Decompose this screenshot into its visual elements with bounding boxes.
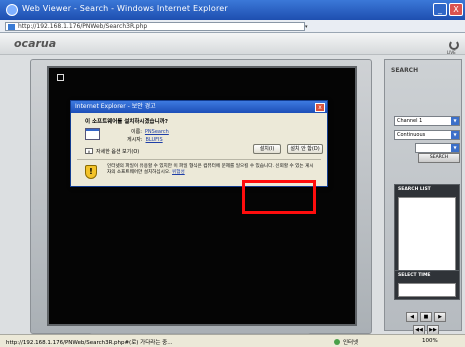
chevron-down-icon: ∨	[85, 148, 93, 154]
dialog-separator	[77, 159, 321, 160]
mode-select-value: Continuous	[397, 132, 426, 138]
dialog-question: 이 소프트웨어를 설치하시겠습니까?	[85, 119, 168, 125]
status-bar: http://192.168.1.176/PNWeb/Search3R.php#…	[0, 334, 465, 347]
address-bar: http://192.168.1.176/PNWeb/Search3R.php …	[0, 20, 465, 33]
publisher-link[interactable]: BLUFIS	[146, 137, 163, 143]
search-button[interactable]: SEARCH	[418, 153, 460, 163]
select-time-header: SELECT TIME	[398, 273, 431, 278]
channel-select[interactable]: Channel 1 ▼	[394, 116, 460, 126]
calendar-icon: ▼	[451, 144, 459, 152]
more-options-toggle[interactable]: ∨ 자세한 옵션 보기(O)	[85, 148, 139, 155]
warning-shield-icon: !	[85, 165, 97, 179]
address-dropdown-icon[interactable]: ▾	[305, 24, 311, 31]
play-button[interactable]: ▶	[434, 312, 446, 322]
page-icon	[8, 24, 15, 30]
install-button[interactable]: 설치(I)	[253, 144, 281, 154]
live-label: LIVE	[447, 50, 456, 55]
address-url: http://192.168.1.176/PNWeb/Search3R.php	[18, 23, 148, 30]
mode-select[interactable]: Continuous ▼	[394, 130, 460, 140]
close-window-button[interactable]: X	[449, 3, 463, 16]
publisher-row: 게시자: BLUFIS	[127, 136, 163, 143]
search-panel-header: SEARCH	[391, 67, 419, 74]
rewind-button[interactable]: ◀	[406, 312, 418, 322]
search-list[interactable]	[398, 197, 456, 273]
ie-window: Web Viewer - Search - Windows Internet E…	[0, 0, 465, 347]
screen-corner-icon	[57, 74, 64, 81]
window-title: Web Viewer - Search - Windows Internet E…	[22, 4, 228, 13]
program-icon	[85, 128, 100, 140]
app-header: ocarua LIVE	[0, 33, 465, 55]
install-highlight-box	[242, 180, 316, 214]
minimize-button[interactable]: _	[433, 3, 447, 16]
ie-logo-icon	[6, 4, 18, 16]
search-list-box: SEARCH LIST	[394, 184, 460, 276]
more-options-label: 자세한 옵션 보기(O)	[96, 149, 140, 155]
address-input[interactable]: http://192.168.1.176/PNWeb/Search3R.php …	[5, 22, 308, 31]
name-label: 이름:	[131, 129, 142, 135]
chevron-down-icon: ▼	[451, 131, 459, 139]
dialog-title: Internet Explorer - 보안 경고	[71, 101, 327, 113]
name-row: 이름: PNSearch	[131, 128, 169, 135]
status-url: http://192.168.1.176/PNWeb/Search3R.php#…	[6, 340, 173, 346]
stop-button[interactable]: ■	[420, 312, 432, 322]
warning-message: 인터넷의 파일이 유용할 수 있지만 이 파일 형식은 컴퓨터에 문제를 일으킬…	[107, 164, 314, 175]
zoom-level[interactable]: 100%	[422, 338, 438, 344]
name-link[interactable]: PNSearch	[145, 129, 169, 135]
risk-link[interactable]: 위험성	[172, 170, 185, 175]
time-input[interactable]	[398, 283, 456, 297]
refresh-icon[interactable]	[449, 40, 459, 50]
security-warning-dialog: Internet Explorer - 보안 경고 x 이 소프트웨어를 설치하…	[70, 100, 328, 187]
channel-select-value: Channel 1	[397, 118, 423, 124]
search-list-header: SEARCH LIST	[398, 187, 431, 192]
app-logo: ocarua	[14, 37, 57, 50]
dont-install-button[interactable]: 설치 안 함(D)	[287, 144, 323, 154]
zone-indicator: 인터넷	[334, 338, 358, 346]
date-field[interactable]: ▼	[415, 143, 460, 153]
web-content: ocarua LIVE SEARCH Channel 1 ▼ Continuou…	[0, 33, 465, 338]
title-bar: Web Viewer - Search - Windows Internet E…	[0, 0, 465, 20]
chevron-down-icon: ▼	[451, 117, 459, 125]
search-panel: SEARCH Channel 1 ▼ Continuous ▼ ▼ SEARCH…	[384, 59, 462, 335]
publisher-label: 게시자:	[127, 137, 143, 143]
dialog-close-button[interactable]: x	[315, 103, 325, 112]
select-time-box: SELECT TIME	[394, 270, 460, 300]
warning-text: 인터넷의 파일이 유용할 수 있지만 이 파일 형식은 컴퓨터에 문제를 일으킬…	[107, 164, 317, 176]
